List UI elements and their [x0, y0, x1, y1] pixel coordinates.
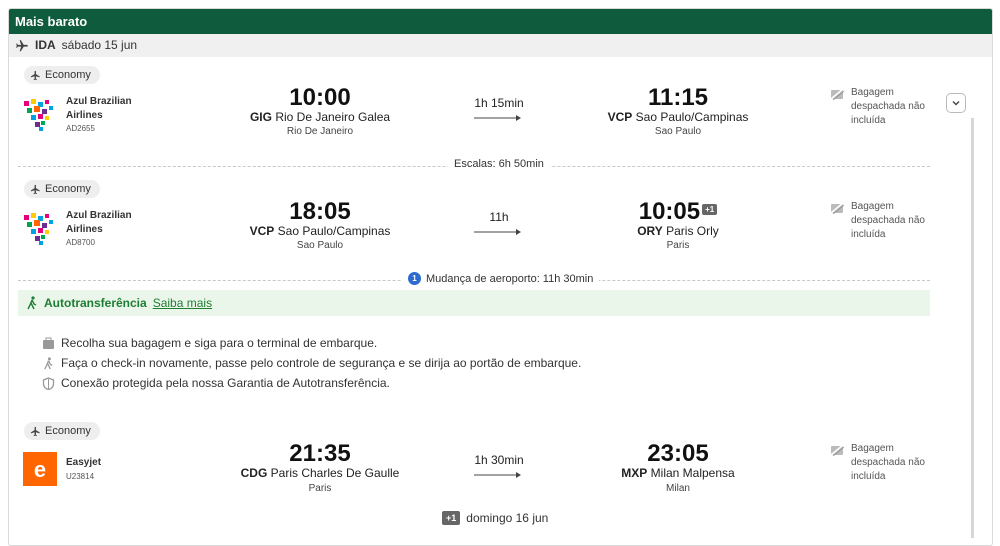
flight-duration: 1h 15min: [474, 96, 524, 110]
arrival-city: Sao Paulo: [654, 126, 702, 137]
departure-code: CDG: [240, 466, 268, 480]
transfer-step-text: Recolha sua bagagem e siga para o termin…: [61, 336, 378, 350]
easyjet-logo-icon: e: [23, 452, 57, 486]
airline-name: Azul Brazilian Airlines: [66, 210, 132, 235]
flight-code: U23814: [66, 472, 95, 481]
arrow-right-icon: [474, 229, 521, 235]
arrival-time: 23:05: [578, 440, 778, 468]
transfer-step-text: Faça o check-in novamente, passe pelo co…: [61, 356, 582, 370]
airline-name: Easyjet: [66, 457, 102, 468]
info-number-icon: 1: [408, 272, 421, 285]
departure-airport-name: Rio De Janeiro Galea: [275, 110, 391, 124]
leg-date: sábado 15 jun: [61, 38, 138, 52]
arrival-code: VCP: [607, 110, 633, 124]
baggage-info: Bagagem despachada não incluída: [851, 443, 925, 482]
transfer-step: Recolha sua bagagem e siga para o termin…: [42, 336, 377, 350]
baggage-info: Bagagem despachada não incluída: [851, 201, 925, 240]
arrival-code: ORY: [637, 224, 663, 238]
departure-time: 10:00: [289, 84, 351, 111]
plane-icon: [30, 426, 40, 436]
baggage-info: Bagagem despachada não incluída: [851, 87, 925, 126]
arrival-time: 11:15: [578, 84, 778, 112]
next-day-marker: +1 domingo 16 jun: [440, 511, 548, 525]
self-transfer-banner: Autotransferência Saiba mais: [18, 290, 930, 316]
departure-airport: CDG Paris Charles De Gaulle: [210, 466, 430, 480]
cabin-label: Economy: [45, 183, 91, 195]
departure-airport-name: Paris Charles De Gaulle: [270, 466, 400, 480]
azul-logo-icon: [24, 213, 53, 245]
baggage-crossed-icon: [830, 444, 844, 456]
arrival-time: 10:05 +1: [578, 198, 778, 226]
next-day-badge: +1: [442, 511, 461, 525]
transfer-step: Conexão protegida pela nossa Garantia de…: [42, 376, 390, 390]
card-title: Mais barato: [15, 14, 88, 29]
departure-city: Paris: [308, 483, 332, 494]
arrival-airport-name: Sao Paulo/Campinas: [635, 110, 749, 124]
arrival-airport: VCP Sao Paulo/Campinas: [568, 110, 788, 124]
departure-time: 21:35: [289, 440, 351, 467]
arrival-city: Milan: [666, 483, 690, 494]
arrival-time-value: 10:05: [638, 198, 701, 225]
arrival-city: Paris: [666, 240, 690, 251]
plane-icon: [16, 39, 28, 51]
chevron-down-icon: [952, 101, 960, 106]
shield-icon: [42, 376, 55, 390]
flight-code: AD2655: [66, 124, 95, 133]
cabin-pill: Economy: [24, 422, 100, 440]
cabin-label: Economy: [45, 425, 91, 437]
plane-icon: [30, 184, 40, 194]
baggage-crossed-icon: [830, 202, 844, 214]
departure-city: Sao Paulo: [296, 240, 344, 251]
next-day-date: domingo 16 jun: [466, 511, 549, 525]
azul-logo-icon: [24, 99, 53, 131]
layover-info: Escalas: 6h 50min: [448, 158, 550, 170]
departure-code: VCP: [249, 224, 275, 238]
arrival-airport: ORY Paris Orly: [568, 224, 788, 238]
arrow-right-icon: [474, 472, 521, 478]
transfer-step-text: Conexão protegida pela nossa Garantia de…: [61, 376, 390, 390]
next-day-badge: +1: [702, 204, 718, 216]
departure-city: Rio De Janeiro: [286, 126, 354, 137]
arrival-code: MXP: [621, 466, 648, 480]
flight-duration: 11h: [489, 210, 509, 224]
departure-time: 18:05: [289, 198, 351, 225]
layover-text: Escalas: 6h 50min: [454, 158, 544, 170]
baggage-crossed-icon: [830, 88, 844, 100]
arrival-airport-name: Paris Orly: [666, 224, 719, 238]
arrow-right-icon: [474, 115, 521, 121]
airport-change-info: 1 Mudança de aeroporto: 11h 30min: [402, 272, 600, 285]
arrival-airport-name: Milan Malpensa: [650, 466, 735, 480]
scrollbar-track[interactable]: [971, 118, 974, 538]
svg-text:e: e: [34, 457, 46, 482]
learn-more-link[interactable]: Saiba mais: [153, 296, 212, 310]
transfer-step: Faça o check-in novamente, passe pelo co…: [42, 356, 581, 370]
airline-name: Azul Brazilian Airlines: [66, 96, 132, 121]
leg-header: IDA sábado 15 jun: [9, 34, 992, 57]
arrival-time-value: 11:15: [647, 84, 709, 111]
cabin-pill: Economy: [24, 66, 100, 84]
departure-airport: GIG Rio De Janeiro Galea: [210, 110, 430, 124]
card-header: Mais barato: [9, 9, 992, 34]
cabin-pill: Economy: [24, 180, 100, 198]
flight-code: AD8700: [66, 238, 95, 247]
leg-direction: IDA: [35, 38, 56, 52]
airport-change-text: Mudança de aeroporto: 11h 30min: [426, 272, 594, 285]
walking-person-icon: [44, 356, 53, 369]
cabin-label: Economy: [45, 69, 91, 81]
arrival-time-value: 23:05: [647, 440, 709, 467]
arrival-airport: MXP Milan Malpensa: [568, 466, 788, 480]
self-transfer-title: Autotransferência: [44, 296, 147, 310]
walking-person-icon: [27, 296, 37, 310]
plane-icon: [30, 70, 40, 80]
luggage-icon: [43, 337, 54, 349]
departure-airport: VCP Sao Paulo/Campinas: [210, 224, 430, 238]
departure-code: GIG: [249, 110, 272, 124]
flight-duration: 1h 30min: [474, 453, 524, 467]
departure-airport-name: Sao Paulo/Campinas: [277, 224, 391, 238]
